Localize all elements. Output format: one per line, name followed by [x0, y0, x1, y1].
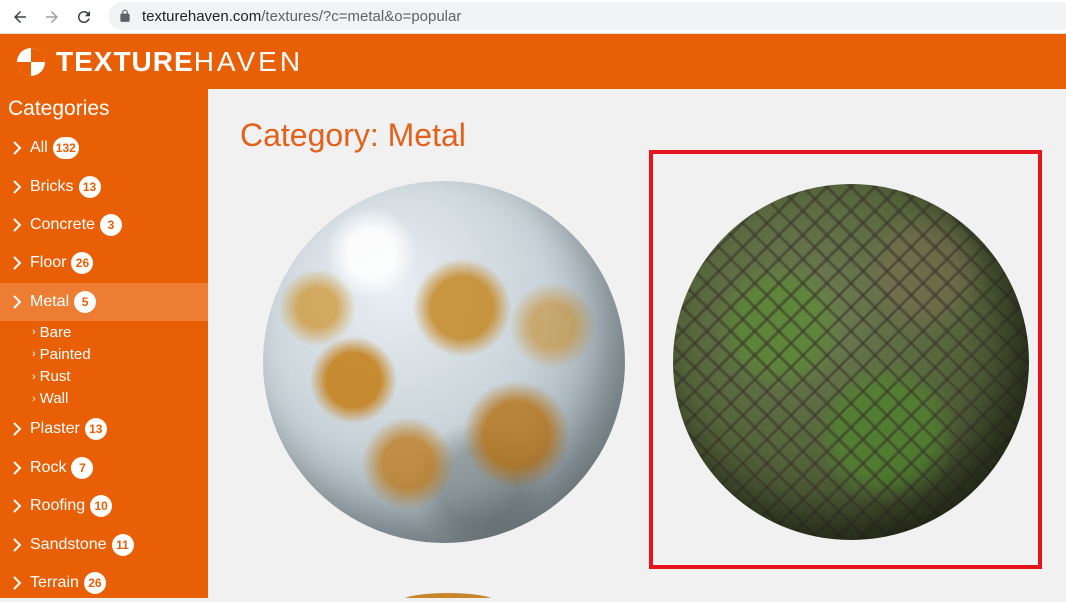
chevron-right-icon [13, 218, 22, 232]
texture-card-rusty-metal[interactable] [263, 181, 625, 543]
category-item-roofing[interactable]: Roofing 10 [0, 487, 208, 525]
url-path: /textures/?c=metal&o=popular [261, 7, 462, 25]
category-label: Terrain [30, 573, 79, 591]
chevron-right-icon [13, 141, 22, 155]
chevron-right-icon [13, 422, 22, 437]
category-item-concrete[interactable]: Concrete 3 [0, 206, 208, 244]
category-item-floor[interactable]: Floor 26 [0, 244, 208, 282]
chevron-right-icon: › [32, 370, 36, 383]
logo-text-bold: TEXTURE [56, 45, 194, 77]
arrow-left-icon [14, 10, 26, 23]
site-header: TEXTUREHAVEN [0, 34, 1066, 89]
category-count-badge: 132 [52, 137, 79, 160]
chevron-right-icon [13, 576, 22, 590]
category-label: All [30, 139, 48, 157]
highlight-annotation-box [649, 150, 1042, 569]
category-label: Plaster [30, 420, 80, 438]
category-item-plaster[interactable]: Plaster 13 [0, 410, 208, 448]
subcategory-item-wall[interactable]: › Wall [32, 388, 208, 410]
category-sidebar: Categories All 132 Bricks 13 Concrete 3 … [0, 89, 208, 598]
category-label: Bricks [30, 177, 74, 195]
logo-text: TEXTUREHAVEN [56, 46, 303, 78]
subcategory-item-bare[interactable]: › Bare [32, 321, 208, 343]
chevron-right-icon [13, 499, 22, 513]
category-count-badge: 3 [99, 213, 122, 236]
category-label: Metal [30, 292, 70, 310]
category-count-badge: 26 [71, 252, 94, 275]
category-item-bricks[interactable]: Bricks 13 [0, 167, 208, 205]
category-count-badge: 7 [71, 456, 94, 479]
logo-text-thin: HAVEN [193, 45, 304, 77]
chevron-right-icon [13, 295, 22, 309]
main-content: Category: Metal [208, 89, 1066, 598]
category-item-sandstone[interactable]: Sandstone 11 [0, 525, 208, 563]
chevron-right-icon [13, 537, 22, 552]
category-count-badge: 13 [84, 418, 107, 441]
category-count-badge: 13 [78, 175, 101, 198]
subcategory-label: Bare [39, 323, 72, 341]
site-logo[interactable]: TEXTUREHAVEN [16, 46, 303, 78]
category-item-terrain[interactable]: Terrain 26 [0, 564, 208, 602]
category-label: Rock [30, 458, 67, 476]
category-label: Floor [30, 254, 67, 272]
page-title: Category: Metal [240, 117, 466, 153]
chevron-right-icon: › [32, 326, 36, 339]
reload-icon [77, 10, 90, 23]
url-host: texturehaven.com [142, 7, 262, 25]
lock-icon [120, 9, 130, 22]
category-count-badge: 26 [83, 571, 106, 594]
category-label: Sandstone [30, 535, 107, 553]
browser-toolbar: texturehaven.com/textures/?c=metal&o=pop… [0, 0, 1066, 34]
reload-button[interactable] [72, 5, 96, 29]
category-label: Concrete [30, 215, 95, 233]
sidebar-title: Categories [8, 97, 110, 120]
chevron-right-icon [13, 461, 22, 475]
chevron-right-icon [13, 256, 22, 271]
category-label: Roofing [30, 497, 86, 515]
category-item-rock[interactable]: Rock 7 [0, 449, 208, 487]
subcategory-label: Painted [39, 345, 91, 363]
address-bar[interactable]: texturehaven.com/textures/?c=metal&o=pop… [108, 2, 1066, 30]
texture-card-partial[interactable] [398, 593, 498, 598]
subcategory-item-rust[interactable]: › Rust [32, 366, 208, 388]
subcategory-item-painted[interactable]: › Painted [32, 343, 208, 365]
logo-icon [17, 47, 45, 76]
texture-preview-sphere [263, 181, 625, 543]
subcategory-label: Wall [39, 390, 69, 408]
category-item-all[interactable]: All 132 [0, 129, 208, 167]
category-count-badge: 10 [90, 495, 113, 518]
forward-button[interactable] [40, 5, 64, 29]
chevron-right-icon: › [32, 348, 36, 361]
chevron-right-icon [13, 179, 22, 194]
subcategory-label: Rust [39, 368, 71, 386]
back-button[interactable] [8, 5, 32, 29]
metal-subcategory-list: › Bare › Painted › Rust › Wall [0, 321, 208, 410]
arrow-right-icon [46, 10, 58, 23]
chevron-right-icon: › [32, 392, 36, 405]
category-item-metal[interactable]: Metal 5 [0, 282, 208, 321]
category-count-badge: 5 [74, 290, 97, 313]
category-count-badge: 11 [111, 533, 134, 556]
